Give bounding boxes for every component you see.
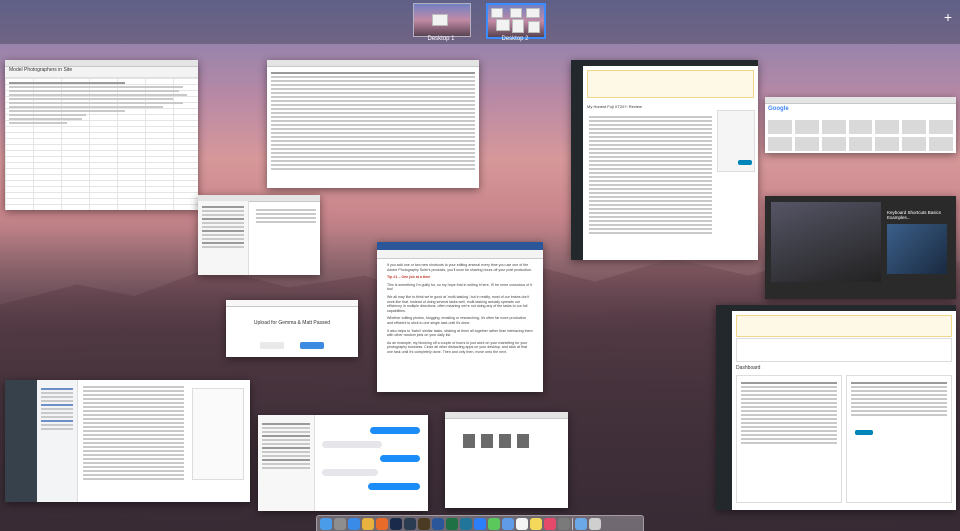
file-icon[interactable] [499,434,511,448]
window-youtube[interactable]: Keyboard Shortcuts Basics Examples... [765,196,956,299]
post-title: My Honest Fuji XT20?: Review [587,104,642,109]
firefox-icon[interactable] [376,517,388,530]
google-logo: Google [768,106,789,112]
dashboard-title: Dashboard [736,365,761,371]
space-desktop-1[interactable] [413,3,471,37]
file-icon[interactable] [463,434,475,448]
music-icon[interactable] [544,517,556,530]
doc-paragraph: Whether editing photos, blogging, emaili… [387,316,527,325]
doc-heading: Tip #1 – One job at a time [387,275,431,280]
save-draft-button[interactable] [855,430,873,435]
lightroom-icon[interactable] [404,517,416,530]
wp-admin-sidebar [571,66,583,260]
window-mail[interactable] [198,195,320,275]
file-icon[interactable] [481,434,493,448]
photoshop-icon[interactable] [390,517,402,530]
window-wordpress-editor[interactable]: My Honest Fuji XT20?: Review [571,60,758,260]
doc-paragraph: As an example, my blocking off a couple … [387,340,528,354]
window-wp-dashboard[interactable]: Dashboard [716,305,956,510]
doc-paragraph: This is something I'm guilty for, so my … [387,282,532,292]
upload-button[interactable] [300,342,324,349]
dock-separator [572,517,573,530]
finder-icon[interactable] [320,517,332,530]
upload-title: Upload for Gemma & Matt Passed [253,320,331,326]
space-desktop-2[interactable] [486,3,546,39]
excel-icon[interactable] [446,517,458,530]
doc-paragraph: We all may like to think we're good at '… [387,294,530,313]
notes-icon[interactable] [530,517,542,530]
window-upload[interactable]: Upload for Gemma & Matt Passed [226,300,358,357]
window-word-document[interactable]: If you add one or two new shortcuts to y… [377,242,543,392]
word-icon[interactable] [432,517,444,530]
word-ribbon [377,250,543,259]
bridge-icon[interactable] [418,517,430,530]
dock [316,515,644,531]
mail-icon[interactable] [502,517,514,530]
dropbox-icon[interactable] [474,517,486,530]
doc-paragraph: If you add one or two new shortcuts to y… [387,263,532,272]
space-label-1: Desktop 1 [427,36,455,42]
doc-paragraph: It also helps to 'batch' similar tasks, … [387,328,533,338]
cancel-button[interactable] [260,342,284,349]
wordpress-icon[interactable] [460,517,472,530]
window-title: Model Photographers in Site [9,67,73,73]
video-player[interactable] [771,202,881,282]
word-titlebar [377,242,543,250]
chrome-icon[interactable] [362,517,374,530]
video-title: Keyboard Shortcuts Basics Examples... [887,210,942,220]
trash-icon[interactable] [589,517,601,530]
safari-icon[interactable] [348,517,360,530]
window-spreadsheet[interactable]: Model Photographers in Site [5,60,198,210]
window-finder[interactable] [445,412,568,508]
launchpad-icon[interactable] [334,517,346,530]
video-thumbnail[interactable] [887,224,947,274]
calendar-icon[interactable] [516,517,528,530]
preferences-icon[interactable] [558,517,570,530]
notice-box [587,70,754,98]
message-bubble [380,455,420,462]
window-titlebar [5,60,198,67]
space-label-2: Desktop 2 [501,36,529,42]
spaces-bar: Desktop 1 Desktop 2 + [0,0,960,44]
message-bubble [322,441,382,448]
add-space-button[interactable]: + [944,10,952,24]
publish-button[interactable] [738,160,752,165]
file-icon[interactable] [517,434,529,448]
messages-icon[interactable] [488,517,500,530]
message-bubble [368,483,420,490]
message-bubble [322,469,378,476]
message-bubble [370,427,420,434]
window-messages[interactable] [258,415,428,511]
window-google-images[interactable]: Google [765,97,956,153]
window-forum[interactable] [5,380,250,502]
folder-icon[interactable] [575,517,587,530]
window-data-table[interactable] [267,60,479,188]
